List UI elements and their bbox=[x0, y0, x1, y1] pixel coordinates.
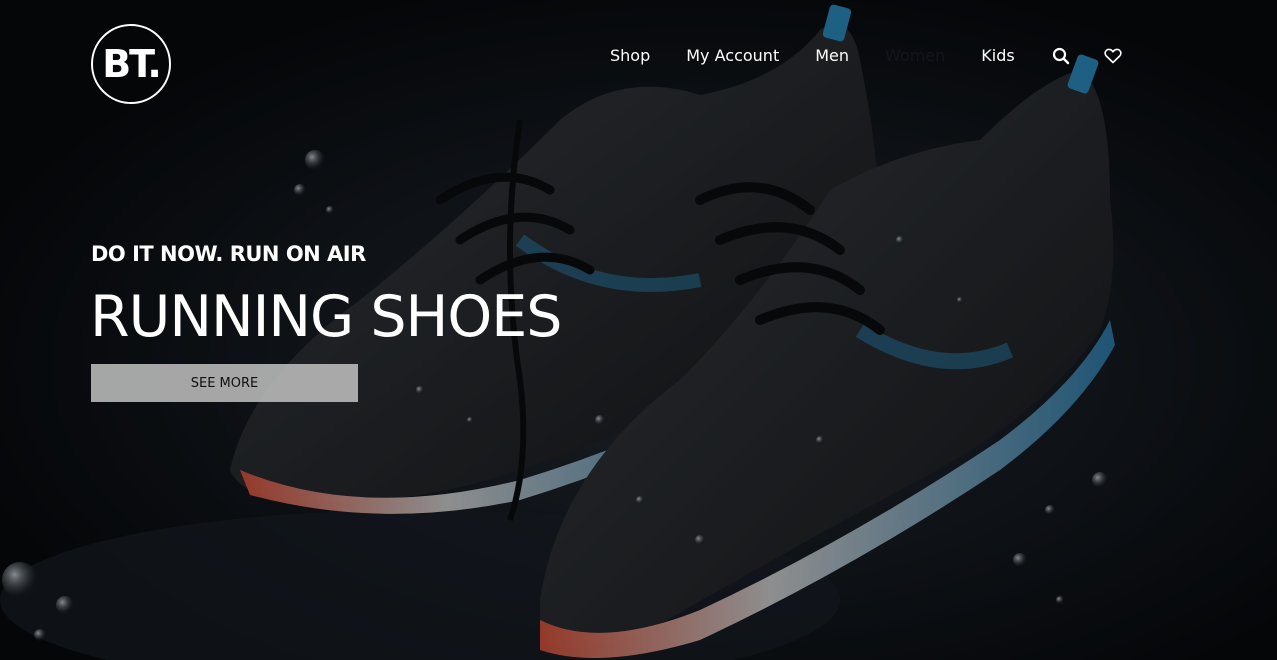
logo-text: BT. bbox=[102, 42, 162, 86]
hero-headline: RUNNING SHOES bbox=[90, 284, 562, 350]
see-more-button[interactable]: SEE MORE bbox=[91, 364, 358, 402]
nav-men[interactable]: Men bbox=[815, 44, 849, 68]
main-nav: Shop My Account Men Women Kids bbox=[610, 44, 1123, 68]
heart-icon[interactable] bbox=[1103, 46, 1123, 66]
hero-section: BT. Shop My Account Men Women Kids DO IT… bbox=[0, 0, 1277, 660]
nav-my-account[interactable]: My Account bbox=[686, 44, 779, 68]
search-icon[interactable] bbox=[1051, 46, 1071, 66]
brand-logo[interactable]: BT. bbox=[91, 24, 171, 104]
nav-kids[interactable]: Kids bbox=[981, 44, 1014, 68]
hero-tagline: DO IT NOW. RUN ON AIR bbox=[91, 242, 366, 266]
nav-shop[interactable]: Shop bbox=[610, 44, 650, 68]
nav-women[interactable]: Women bbox=[885, 44, 945, 68]
